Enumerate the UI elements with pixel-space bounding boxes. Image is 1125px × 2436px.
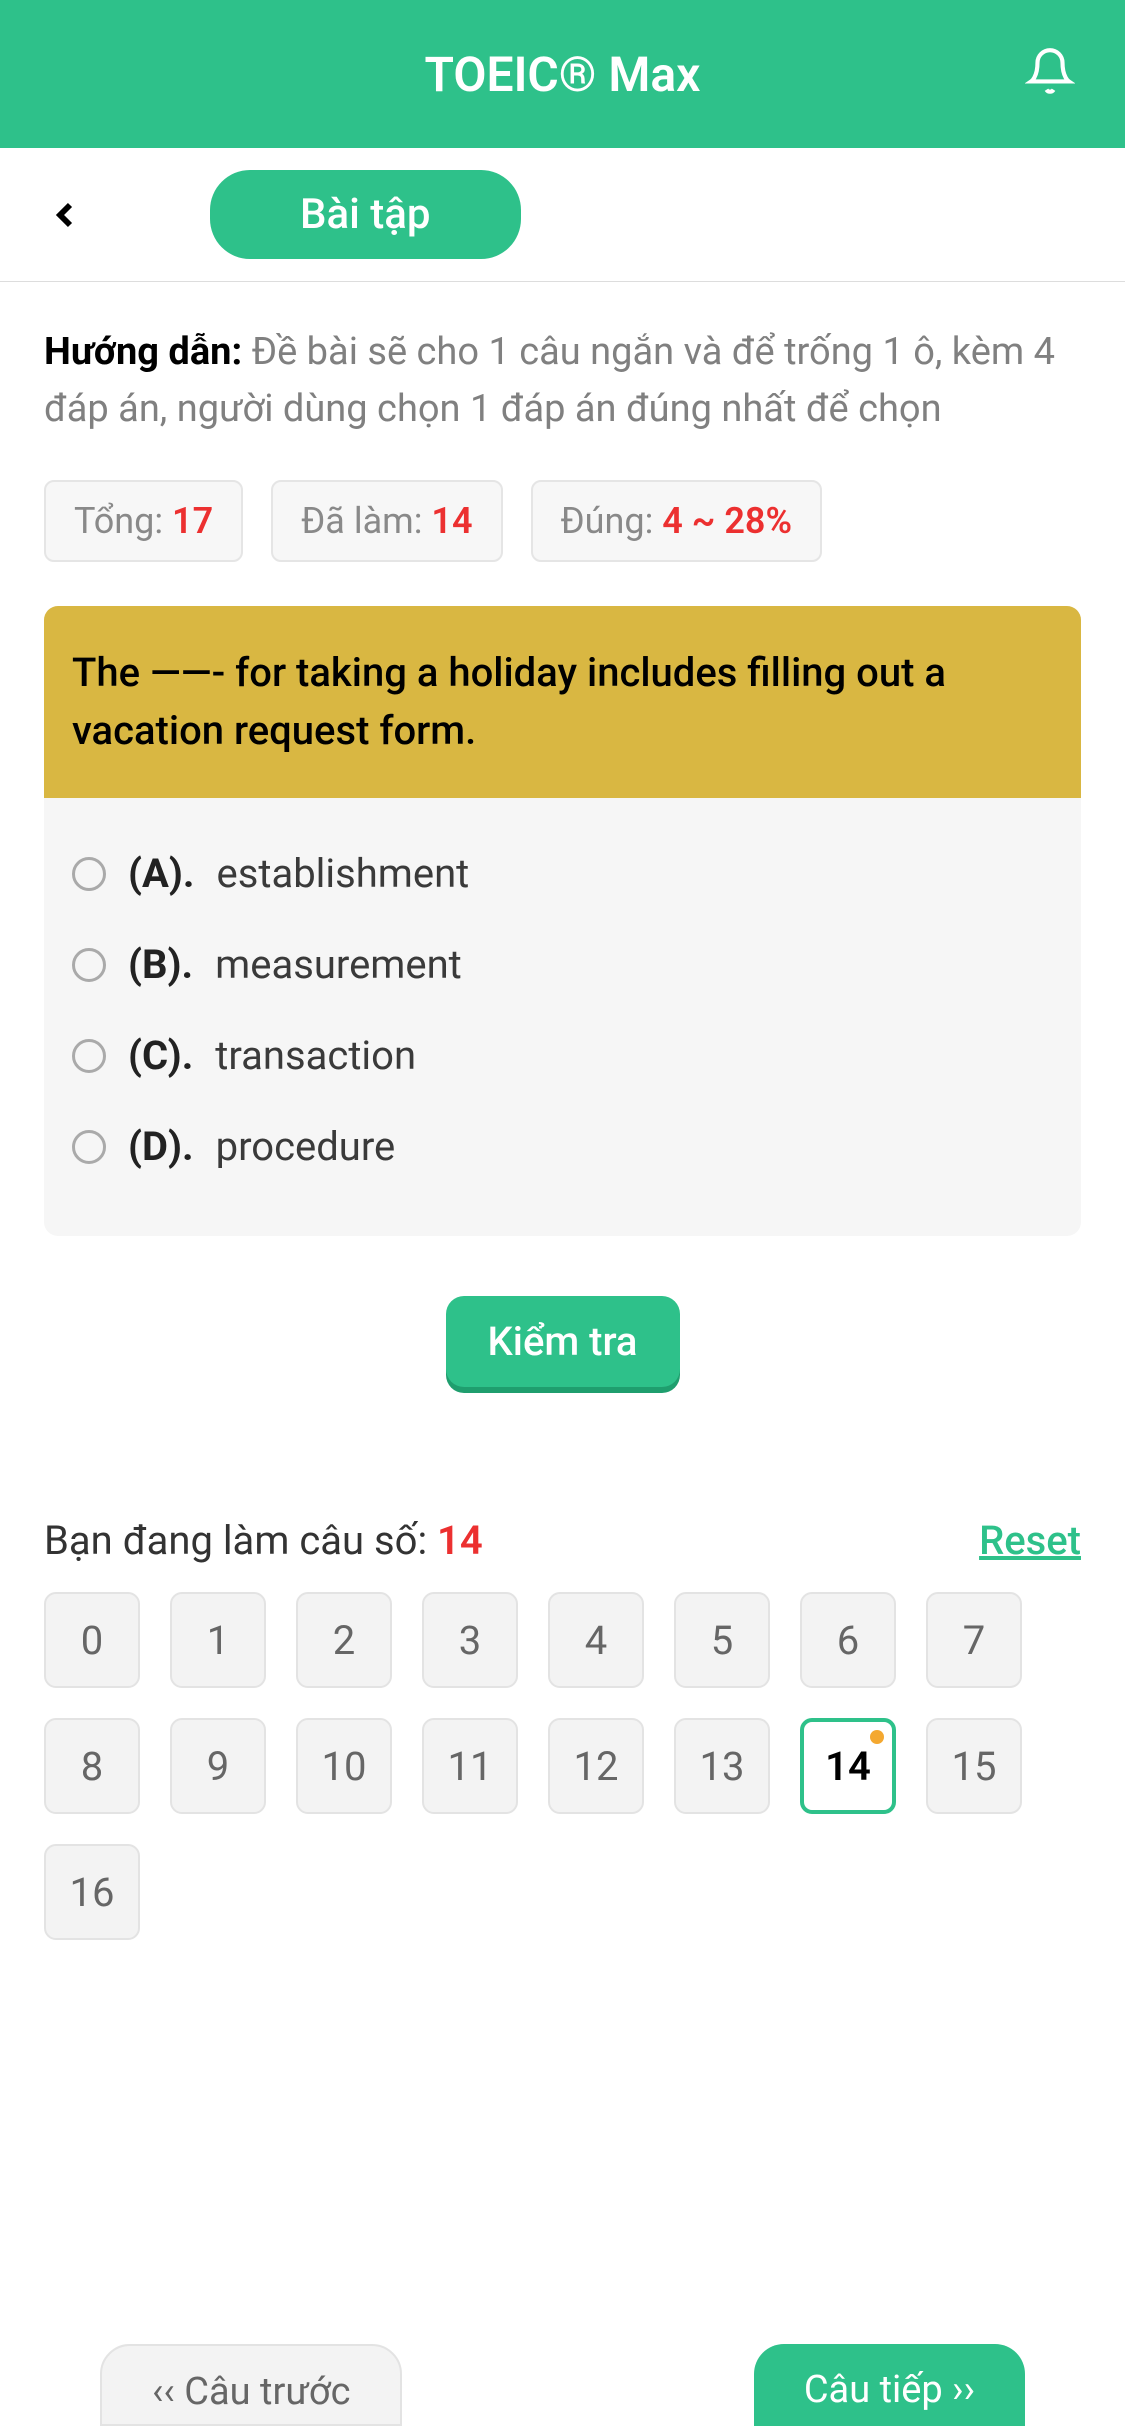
progress-label-wrap: Bạn đang làm câu số: 14 (44, 1517, 483, 1564)
option-c[interactable]: (C). transaction (72, 1010, 1053, 1101)
radio-icon (72, 1039, 106, 1073)
radio-icon (72, 948, 106, 982)
progress-section: Bạn đang làm câu số: 14 Reset 0123456789… (44, 1517, 1081, 1940)
stat-done: Đã làm: 14 (271, 480, 502, 562)
options-list: (A). establishment (B). measurement (C).… (44, 798, 1081, 1236)
main-content: Hướng dẫn: Đề bài sẽ cho 1 câu ngắn và đ… (0, 282, 1125, 1982)
question-number-4[interactable]: 4 (548, 1592, 644, 1688)
notification-bell-icon[interactable] (1025, 46, 1075, 102)
stat-correct-label: Đúng: (561, 500, 663, 542)
stat-total-value: 17 (172, 500, 213, 542)
instruction-label: Hướng dẫn: (44, 330, 252, 374)
footer-nav: ‹‹ Câu trước Câu tiếp ›› (0, 2344, 1125, 2436)
option-label: (A). (128, 850, 195, 897)
question-number-8[interactable]: 8 (44, 1718, 140, 1814)
progress-row: Bạn đang làm câu số: 14 Reset (44, 1517, 1081, 1564)
progress-current: 14 (437, 1517, 483, 1564)
question-number-1[interactable]: 1 (170, 1592, 266, 1688)
prev-question-button[interactable]: ‹‹ Câu trước (100, 2344, 402, 2426)
option-label: (D). (128, 1123, 194, 1170)
nav-bar: Bài tập (0, 148, 1125, 282)
question-number-7[interactable]: 7 (926, 1592, 1022, 1688)
question-number-15[interactable]: 15 (926, 1718, 1022, 1814)
question-number-9[interactable]: 9 (170, 1718, 266, 1814)
option-text: procedure (216, 1123, 396, 1170)
check-button-wrap: Kiểm tra (44, 1296, 1081, 1387)
question-text: The ——- for taking a holiday includes fi… (44, 606, 1081, 798)
option-a[interactable]: (A). establishment (72, 828, 1053, 919)
radio-icon (72, 1130, 106, 1164)
radio-icon (72, 857, 106, 891)
option-text: establishment (217, 850, 470, 897)
question-number-0[interactable]: 0 (44, 1592, 140, 1688)
reset-link[interactable]: Reset (979, 1517, 1081, 1564)
question-number-grid: 012345678910111213141516 (44, 1592, 1081, 1940)
option-text: transaction (215, 1032, 416, 1079)
next-question-button[interactable]: Câu tiếp ›› (754, 2344, 1025, 2426)
question-number-6[interactable]: 6 (800, 1592, 896, 1688)
stat-done-value: 14 (431, 500, 472, 542)
option-text: measurement (215, 941, 462, 988)
app-header: TOEIC® Max (0, 0, 1125, 148)
question-number-11[interactable]: 11 (422, 1718, 518, 1814)
question-number-14[interactable]: 14 (800, 1718, 896, 1814)
stat-correct-value: 4 ~ 28% (662, 500, 792, 542)
question-number-10[interactable]: 10 (296, 1718, 392, 1814)
back-button[interactable] (40, 190, 90, 240)
tab-exercises[interactable]: Bài tập (210, 170, 521, 259)
question-number-2[interactable]: 2 (296, 1592, 392, 1688)
question-card: The ——- for taking a holiday includes fi… (44, 606, 1081, 1236)
active-dot-icon (870, 1730, 884, 1744)
check-button[interactable]: Kiểm tra (446, 1296, 680, 1387)
question-number-12[interactable]: 12 (548, 1718, 644, 1814)
question-number-13[interactable]: 13 (674, 1718, 770, 1814)
instruction-text: Hướng dẫn: Đề bài sẽ cho 1 câu ngắn và đ… (44, 324, 1081, 438)
stat-total-label: Tổng: (74, 500, 172, 542)
option-label: (B). (128, 941, 193, 988)
stat-done-label: Đã làm: (301, 500, 431, 542)
stats-row: Tổng: 17 Đã làm: 14 Đúng: 4 ~ 28% (44, 480, 1081, 562)
app-title: TOEIC® Max (425, 46, 701, 103)
stat-total: Tổng: 17 (44, 480, 243, 562)
question-number-16[interactable]: 16 (44, 1844, 140, 1940)
option-b[interactable]: (B). measurement (72, 919, 1053, 1010)
question-number-5[interactable]: 5 (674, 1592, 770, 1688)
option-d[interactable]: (D). procedure (72, 1101, 1053, 1192)
stat-correct: Đúng: 4 ~ 28% (531, 480, 823, 562)
progress-label: Bạn đang làm câu số: (44, 1517, 437, 1564)
question-number-3[interactable]: 3 (422, 1592, 518, 1688)
option-label: (C). (128, 1032, 193, 1079)
